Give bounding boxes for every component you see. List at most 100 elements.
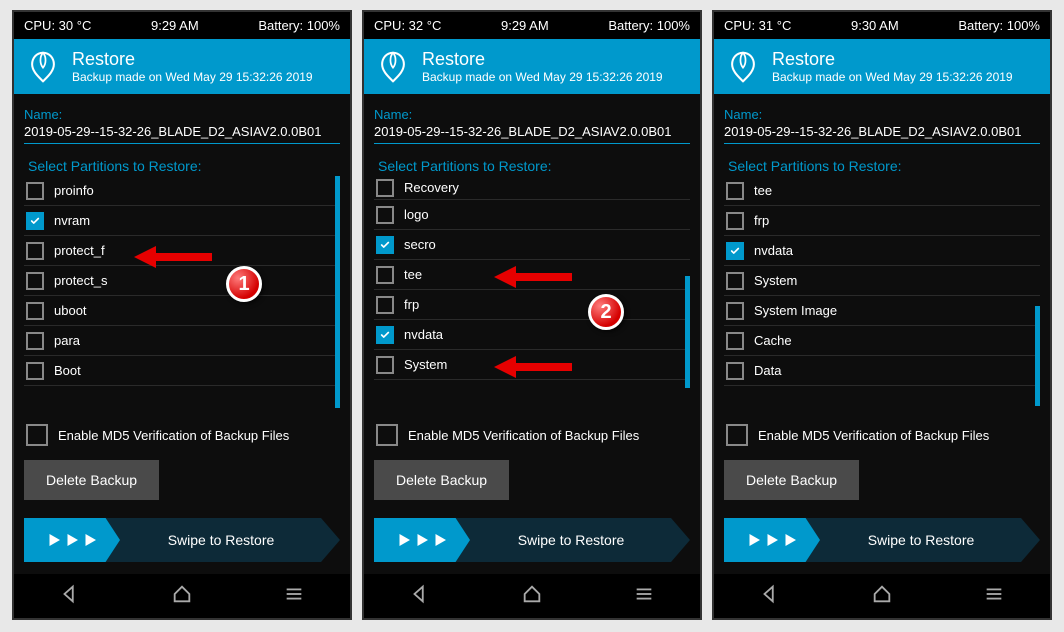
header-title: Restore [422, 49, 663, 70]
partition-row[interactable]: nvram [24, 206, 340, 236]
partition-row[interactable]: tee [374, 260, 690, 290]
swipe-handle[interactable] [724, 518, 820, 562]
partition-row[interactable]: System [724, 266, 1040, 296]
content-area: Name: 2019-05-29--15-32-26_BLADE_D2_ASIA… [714, 94, 1050, 574]
scrollbar-thumb[interactable] [1035, 306, 1040, 406]
device-screen: CPU: 30 °C 9:29 AM Battery: 100% Restore… [12, 10, 352, 620]
nav-home-icon[interactable] [521, 583, 543, 610]
partitions-section-label: Select Partitions to Restore: [28, 158, 336, 174]
nav-recent-icon[interactable] [633, 583, 655, 610]
swipe-to-restore[interactable]: Swipe to Restore [374, 518, 690, 562]
partition-checkbox[interactable] [376, 356, 394, 374]
partition-checkbox[interactable] [26, 212, 44, 230]
backup-name-value[interactable]: 2019-05-29--15-32-26_BLADE_D2_ASIAV2.0.0… [24, 124, 340, 144]
partition-checkbox[interactable] [26, 332, 44, 350]
partition-checkbox[interactable] [26, 242, 44, 260]
partition-list[interactable]: proinfo nvram protect_f protect_s uboot … [24, 176, 340, 414]
partition-row[interactable]: System Image [724, 296, 1040, 326]
nav-home-icon[interactable] [171, 583, 193, 610]
md5-checkbox[interactable] [26, 424, 48, 446]
annotation-step-badge: 2 [588, 294, 624, 330]
partition-row[interactable]: protect_s [24, 266, 340, 296]
partition-checkbox[interactable] [726, 272, 744, 290]
md5-label: Enable MD5 Verification of Backup Files [408, 428, 639, 443]
partition-row[interactable]: Recovery [374, 176, 690, 200]
partition-checkbox[interactable] [26, 362, 44, 380]
scrollbar-thumb[interactable] [335, 176, 340, 408]
nav-back-icon[interactable] [759, 583, 781, 610]
partition-checkbox[interactable] [726, 212, 744, 230]
md5-verification-row[interactable]: Enable MD5 Verification of Backup Files [724, 418, 1040, 452]
status-bar: CPU: 31 °C 9:30 AM Battery: 100% [714, 12, 1050, 39]
partition-checkbox[interactable] [376, 179, 394, 197]
swipe-to-restore[interactable]: Swipe to Restore [24, 518, 340, 562]
backup-name-value[interactable]: 2019-05-29--15-32-26_BLADE_D2_ASIAV2.0.0… [724, 124, 1040, 144]
delete-backup-button[interactable]: Delete Backup [374, 460, 509, 500]
status-time: 9:29 AM [151, 18, 199, 33]
md5-label: Enable MD5 Verification of Backup Files [58, 428, 289, 443]
delete-backup-button[interactable]: Delete Backup [24, 460, 159, 500]
partition-checkbox[interactable] [376, 236, 394, 254]
status-time: 9:30 AM [851, 18, 899, 33]
status-cpu: CPU: 31 °C [724, 18, 791, 33]
partition-row[interactable]: frp [374, 290, 690, 320]
header-title: Restore [772, 49, 1013, 70]
partition-row[interactable]: Data [724, 356, 1040, 386]
partition-row[interactable]: System [374, 350, 690, 380]
nav-recent-icon[interactable] [283, 583, 305, 610]
partition-checkbox[interactable] [376, 326, 394, 344]
partition-row[interactable]: secro [374, 230, 690, 260]
nav-recent-icon[interactable] [983, 583, 1005, 610]
partition-row[interactable]: nvdata [374, 320, 690, 350]
header: Restore Backup made on Wed May 29 15:32:… [14, 39, 350, 94]
partition-row[interactable]: para [24, 326, 340, 356]
md5-verification-row[interactable]: Enable MD5 Verification of Backup Files [374, 418, 690, 452]
header-subtitle: Backup made on Wed May 29 15:32:26 2019 [72, 70, 313, 84]
partition-checkbox[interactable] [26, 182, 44, 200]
partition-checkbox[interactable] [376, 266, 394, 284]
partition-row[interactable]: protect_f [24, 236, 340, 266]
partition-row[interactable]: Cache [724, 326, 1040, 356]
partition-row[interactable]: frp [724, 206, 1040, 236]
partition-checkbox[interactable] [26, 272, 44, 290]
partition-list[interactable]: tee frp nvdata System System Image Cache… [724, 176, 1040, 414]
content-area: Name: 2019-05-29--15-32-26_BLADE_D2_ASIA… [364, 94, 700, 574]
nav-bar [714, 574, 1050, 618]
partition-label: frp [754, 213, 769, 228]
nav-back-icon[interactable] [409, 583, 431, 610]
partition-checkbox[interactable] [376, 296, 394, 314]
partition-checkbox[interactable] [726, 182, 744, 200]
partition-row[interactable]: nvdata [724, 236, 1040, 266]
scrollbar[interactable] [685, 176, 690, 414]
partition-row[interactable]: proinfo [24, 176, 340, 206]
partition-checkbox[interactable] [726, 302, 744, 320]
partition-row[interactable]: tee [724, 176, 1040, 206]
swipe-to-restore[interactable]: Swipe to Restore [724, 518, 1040, 562]
name-label: Name: [724, 107, 1040, 122]
nav-back-icon[interactable] [59, 583, 81, 610]
nav-home-icon[interactable] [871, 583, 893, 610]
partition-label: frp [404, 297, 419, 312]
partition-label: tee [754, 183, 772, 198]
md5-checkbox[interactable] [376, 424, 398, 446]
swipe-handle[interactable] [24, 518, 120, 562]
backup-name-value[interactable]: 2019-05-29--15-32-26_BLADE_D2_ASIAV2.0.0… [374, 124, 690, 144]
partition-list[interactable]: Recovery logo secro tee frp nvdata Syste… [374, 176, 690, 414]
scrollbar[interactable] [1035, 176, 1040, 414]
partition-row[interactable]: uboot [24, 296, 340, 326]
partition-row[interactable]: Boot [24, 356, 340, 386]
status-cpu: CPU: 32 °C [374, 18, 441, 33]
partition-row[interactable]: logo [374, 200, 690, 230]
scrollbar-thumb[interactable] [685, 276, 690, 388]
swipe-handle[interactable] [374, 518, 470, 562]
partition-checkbox[interactable] [726, 242, 744, 260]
partition-checkbox[interactable] [376, 206, 394, 224]
md5-verification-row[interactable]: Enable MD5 Verification of Backup Files [24, 418, 340, 452]
partition-checkbox[interactable] [26, 302, 44, 320]
partition-checkbox[interactable] [726, 362, 744, 380]
partition-checkbox[interactable] [726, 332, 744, 350]
md5-checkbox[interactable] [726, 424, 748, 446]
delete-backup-button[interactable]: Delete Backup [724, 460, 859, 500]
partition-label: nvram [54, 213, 90, 228]
scrollbar[interactable] [335, 176, 340, 414]
